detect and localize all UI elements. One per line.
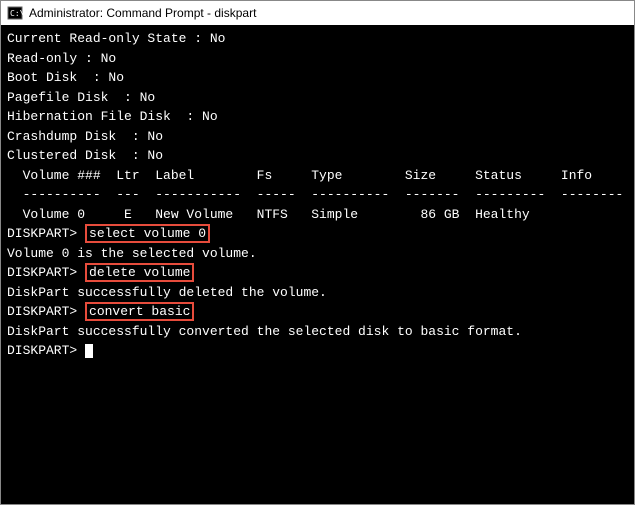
volume-table-header: Volume ### Ltr Label Fs Type Size Status… [7,166,628,186]
highlighted-command: delete volume [85,263,194,282]
state-line: Current Read-only State : No [7,29,628,49]
cmd-icon: C:\ [7,5,23,21]
state-line: Clustered Disk : No [7,146,628,166]
state-line: Hibernation File Disk : No [7,107,628,127]
diskpart-prompt: DISKPART> [7,304,85,319]
highlighted-command: select volume 0 [85,224,210,243]
cursor [85,344,93,358]
command-line: DISKPART> select volume 0 [7,224,628,244]
diskpart-prompt: DISKPART> [7,265,85,280]
state-line: Boot Disk : No [7,68,628,88]
state-line: Read-only : No [7,49,628,69]
active-prompt-line: DISKPART> [7,341,628,361]
command-line: DISKPART> delete volume [7,263,628,283]
volume-table-divider: ---------- --- ----------- ----- -------… [7,185,628,205]
titlebar[interactable]: C:\ Administrator: Command Prompt - disk… [1,1,634,25]
window-title: Administrator: Command Prompt - diskpart [29,6,256,20]
state-line: Crashdump Disk : No [7,127,628,147]
command-response: DiskPart successfully converted the sele… [7,322,628,342]
command-prompt-window: C:\ Administrator: Command Prompt - disk… [0,0,635,505]
volume-table-row: Volume 0 E New Volume NTFS Simple 86 GB … [7,205,628,225]
command-response: DiskPart successfully deleted the volume… [7,283,628,303]
highlighted-command: convert basic [85,302,194,321]
command-line: DISKPART> convert basic [7,302,628,322]
svg-text:C:\: C:\ [10,9,23,18]
command-response: Volume 0 is the selected volume. [7,244,628,264]
diskpart-prompt: DISKPART> [7,343,85,358]
state-line: Pagefile Disk : No [7,88,628,108]
terminal-output[interactable]: Current Read-only State : NoRead-only : … [1,25,634,504]
diskpart-prompt: DISKPART> [7,226,85,241]
